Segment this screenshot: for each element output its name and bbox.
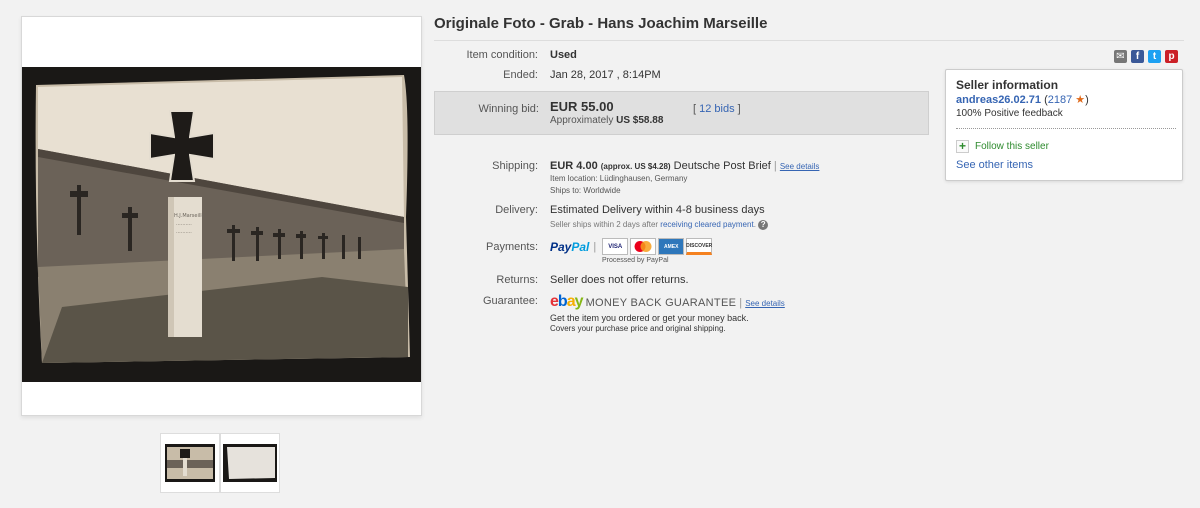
item-title: Originale Foto - Grab - Hans Joachim Mar… — [434, 15, 768, 32]
star-icon: ★ — [1075, 94, 1086, 106]
facebook-icon[interactable]: f — [1131, 50, 1144, 63]
email-icon[interactable]: ✉ — [1114, 50, 1127, 63]
winning-bid-approx: Approximately US $58.88 — [550, 115, 663, 126]
mbg-separator: | — [739, 297, 743, 309]
thumbnail-photo-front[interactable] — [160, 433, 220, 493]
bids-bracket-close: ] — [737, 103, 741, 115]
winning-bid-price: EUR 55.00 — [550, 99, 614, 114]
seller-username-link[interactable]: andreas26.02.71 — [956, 94, 1041, 106]
seller-line: andreas26.02.71 (2187 ★) — [956, 93, 1089, 106]
paypal-logo-pal: Pal — [571, 239, 590, 254]
guarantee-line2: Covers your purchase price and original … — [550, 324, 726, 333]
returns-label: Returns: — [496, 274, 538, 286]
svg-text:..........: .......... — [176, 229, 192, 235]
svg-text:H.J.Marseille: H.J.Marseille — [174, 213, 205, 219]
pinterest-icon[interactable]: p — [1165, 50, 1178, 63]
discover-icon: DISCOVER — [686, 238, 712, 255]
share-icons: ✉ f t p — [1114, 50, 1178, 63]
money-back-guarantee: MONEY BACK GUARANTEE — [585, 297, 737, 309]
returns-value: Seller does not offer returns. — [550, 274, 689, 286]
guarantee-value: ebay MONEY BACK GUARANTEE | See details — [550, 293, 785, 311]
see-other-items-link[interactable]: See other items — [956, 159, 1033, 171]
mastercard-icon — [630, 238, 657, 255]
delivery-label: Delivery: — [495, 204, 538, 216]
delivery-note-end: . — [753, 220, 756, 229]
thumbnail-photo-back[interactable] — [220, 433, 280, 493]
main-photo[interactable]: H.J.Marseille .......... .......... — [22, 67, 421, 382]
positive-feedback: 100% Positive feedback — [956, 108, 1063, 119]
paypal-logo: PayPal — [550, 240, 589, 254]
winning-bid-box: Winning bid: EUR 55.00 Approximately US … — [434, 91, 929, 135]
follow-seller[interactable]: + Follow this seller — [956, 140, 1049, 153]
shipping-label: Shipping: — [492, 160, 538, 172]
svg-text:..........: .......... — [176, 221, 192, 227]
bids-bracket-open: [ — [693, 103, 697, 115]
condition-value: Used — [550, 49, 577, 61]
approx-prefix: Approximately — [550, 115, 614, 126]
ebay-logo: ebay — [550, 293, 583, 310]
seller-divider — [956, 128, 1176, 129]
ended-label: Ended: — [503, 69, 538, 81]
payment-separator: | — [593, 240, 597, 253]
amex-icon: AMEX — [658, 238, 685, 255]
ended-value: Jan 28, 2017 , 8:14PM — [550, 69, 661, 81]
bid-history-link[interactable]: 12 bids — [699, 103, 734, 115]
delivery-value: Estimated Delivery within 4-8 business d… — [550, 204, 765, 216]
main-image-panel[interactable]: H.J.Marseille .......... .......... — [21, 16, 422, 416]
shipping-details-link[interactable]: See details — [780, 162, 820, 171]
cleared-payment-link[interactable]: receiving cleared payment — [660, 220, 753, 229]
paypal-logo-pay: Pay — [550, 239, 572, 254]
condition-label: Item condition: — [466, 49, 538, 61]
feedback-score-link[interactable]: 2187 — [1048, 94, 1072, 106]
payment-methods: PayPal | VISA AMEX DISCOVER — [550, 238, 714, 255]
plus-icon: + — [956, 140, 969, 153]
twitter-icon[interactable]: t — [1148, 50, 1161, 63]
guarantee-label: Guarantee: — [482, 295, 538, 307]
item-location: Item location: Lüdinghausen, Germany — [550, 174, 688, 183]
visa-icon: VISA — [602, 238, 629, 255]
guarantee-line1: Get the item you ordered or get your mon… — [550, 313, 749, 323]
ships-to: Ships to: Worldwide — [550, 186, 621, 195]
guarantee-details-link[interactable]: See details — [745, 299, 785, 308]
seller-info-box: Seller information andreas26.02.71 (2187… — [945, 69, 1183, 181]
winning-bid-label: Winning bid: — [478, 103, 539, 115]
shipping-approx: (approx. US $4.28) — [600, 162, 671, 171]
seller-info-heading: Seller information — [956, 78, 1059, 92]
approx-value: US $58.88 — [616, 115, 664, 126]
follow-seller-link[interactable]: Follow this seller — [975, 141, 1049, 152]
help-icon[interactable]: ? — [758, 220, 769, 230]
delivery-note-text: Seller ships within 2 days after — [550, 220, 659, 229]
shipping-separator: | — [773, 160, 777, 172]
processed-by-paypal: Processed by PayPal — [602, 257, 669, 264]
shipping-value: EUR 4.00 (approx. US $4.28) Deutsche Pos… — [550, 160, 819, 172]
payments-label: Payments: — [486, 241, 538, 253]
shipping-service: Deutsche Post Brief — [673, 160, 771, 172]
thumbnail-strip — [160, 433, 280, 493]
bid-count: [ 12 bids ] — [693, 103, 741, 115]
title-divider — [434, 40, 1184, 41]
score-paren-close: ) — [1085, 94, 1089, 106]
delivery-note: Seller ships within 2 days after receivi… — [550, 220, 769, 230]
shipping-price: EUR 4.00 — [550, 160, 598, 172]
